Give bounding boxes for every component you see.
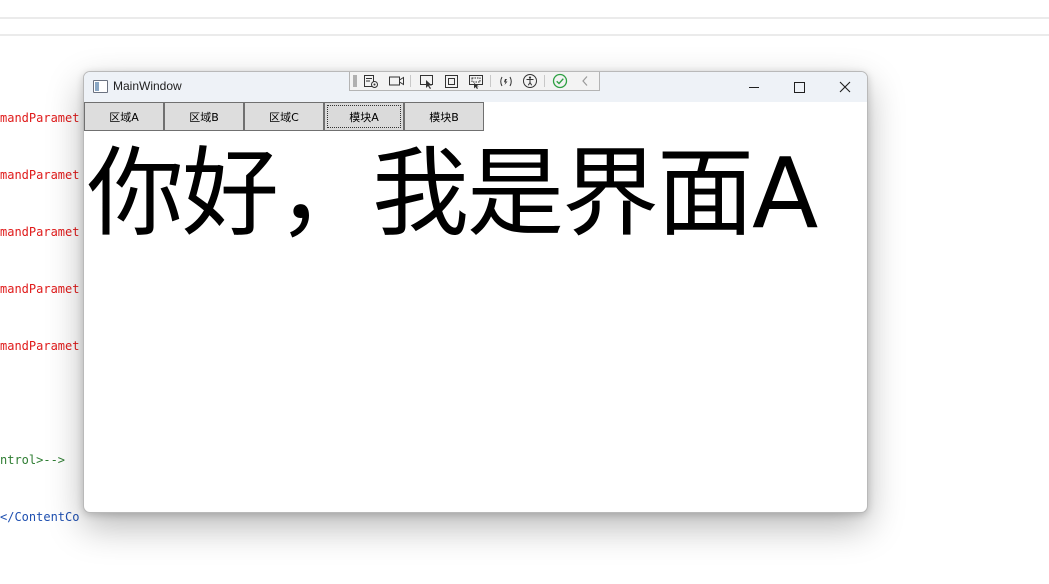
close-icon (839, 81, 851, 93)
title-bar[interactable]: MainWindow (84, 72, 867, 102)
module-a-button[interactable]: 模块A (324, 102, 404, 131)
code-line: mandParamet (0, 111, 80, 125)
toolbar-grip-icon[interactable] (353, 75, 357, 87)
binding-check-icon[interactable] (550, 73, 570, 89)
region-c-button[interactable]: 区域C (244, 102, 324, 131)
toolbar-separator (490, 75, 491, 87)
code-lines: mandParamet mandParamet mandParamet mand… (0, 71, 90, 565)
toolbar-separator (410, 75, 411, 87)
code-line: mandParamet (0, 225, 80, 239)
window-title: MainWindow (113, 79, 182, 93)
select-element-icon[interactable] (417, 73, 437, 89)
collapse-icon[interactable] (575, 73, 595, 89)
module-b-button[interactable]: 模块B (404, 102, 484, 131)
app-window-icon (93, 80, 108, 93)
minimize-button[interactable] (731, 72, 777, 102)
live-visual-tree-icon[interactable] (361, 73, 381, 89)
main-window: MainWindow 区域A 区域B 区域C 模块A 模块B 你好，我是界面A (83, 71, 868, 513)
code-line: mandParamet (0, 168, 80, 182)
greeting-text: 你好，我是界面A (87, 137, 818, 250)
code-line: ntrol>--> (0, 453, 66, 467)
code-line: mandParamet (0, 339, 80, 353)
hot-reload-icon[interactable] (496, 73, 516, 89)
code-line: </ContentCo (0, 510, 80, 524)
minimize-icon (749, 86, 759, 88)
track-focus-icon[interactable] (466, 73, 486, 89)
maximize-button[interactable] (776, 72, 822, 102)
region-b-button[interactable]: 区域B (164, 102, 244, 131)
code-line: mandParamet (0, 282, 80, 296)
close-button[interactable] (822, 72, 867, 102)
editor-divider (0, 34, 1049, 36)
xaml-debug-toolbar (349, 72, 600, 91)
editor-divider (0, 17, 1049, 19)
record-icon[interactable] (386, 73, 406, 89)
toolbar-separator (544, 75, 545, 87)
accessibility-icon[interactable] (520, 73, 540, 89)
display-layout-adorners-icon[interactable] (441, 73, 461, 89)
region-a-button[interactable]: 区域A (84, 102, 164, 131)
maximize-icon (793, 81, 805, 93)
